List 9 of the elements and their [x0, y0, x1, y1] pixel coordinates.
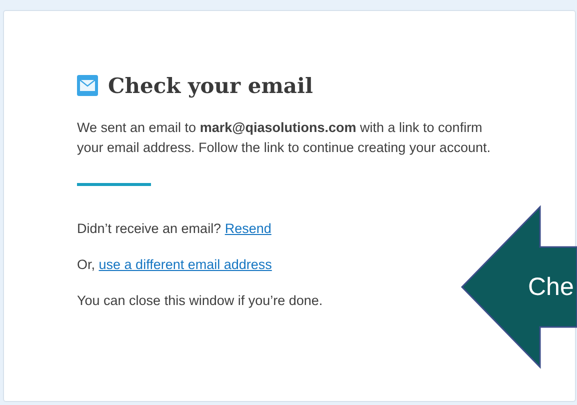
callout-text: Che — [528, 272, 574, 303]
envelope-icon — [77, 75, 98, 96]
confirmation-message: We sent an email to mark@qiasolutions.com with a link to confirm your email address. Follow the link to continue creating your account. — [77, 119, 492, 158]
resend-prompt: Didn’t receive an email? — [77, 221, 222, 236]
alternative-prefix: Or, — [77, 257, 96, 272]
page-title: Check your email — [108, 73, 313, 98]
close-window-note: You can close this window if you’re done. — [77, 292, 324, 310]
different-email-link[interactable]: use a different email address — [98, 257, 272, 272]
resend-link[interactable]: Resend — [224, 221, 272, 236]
